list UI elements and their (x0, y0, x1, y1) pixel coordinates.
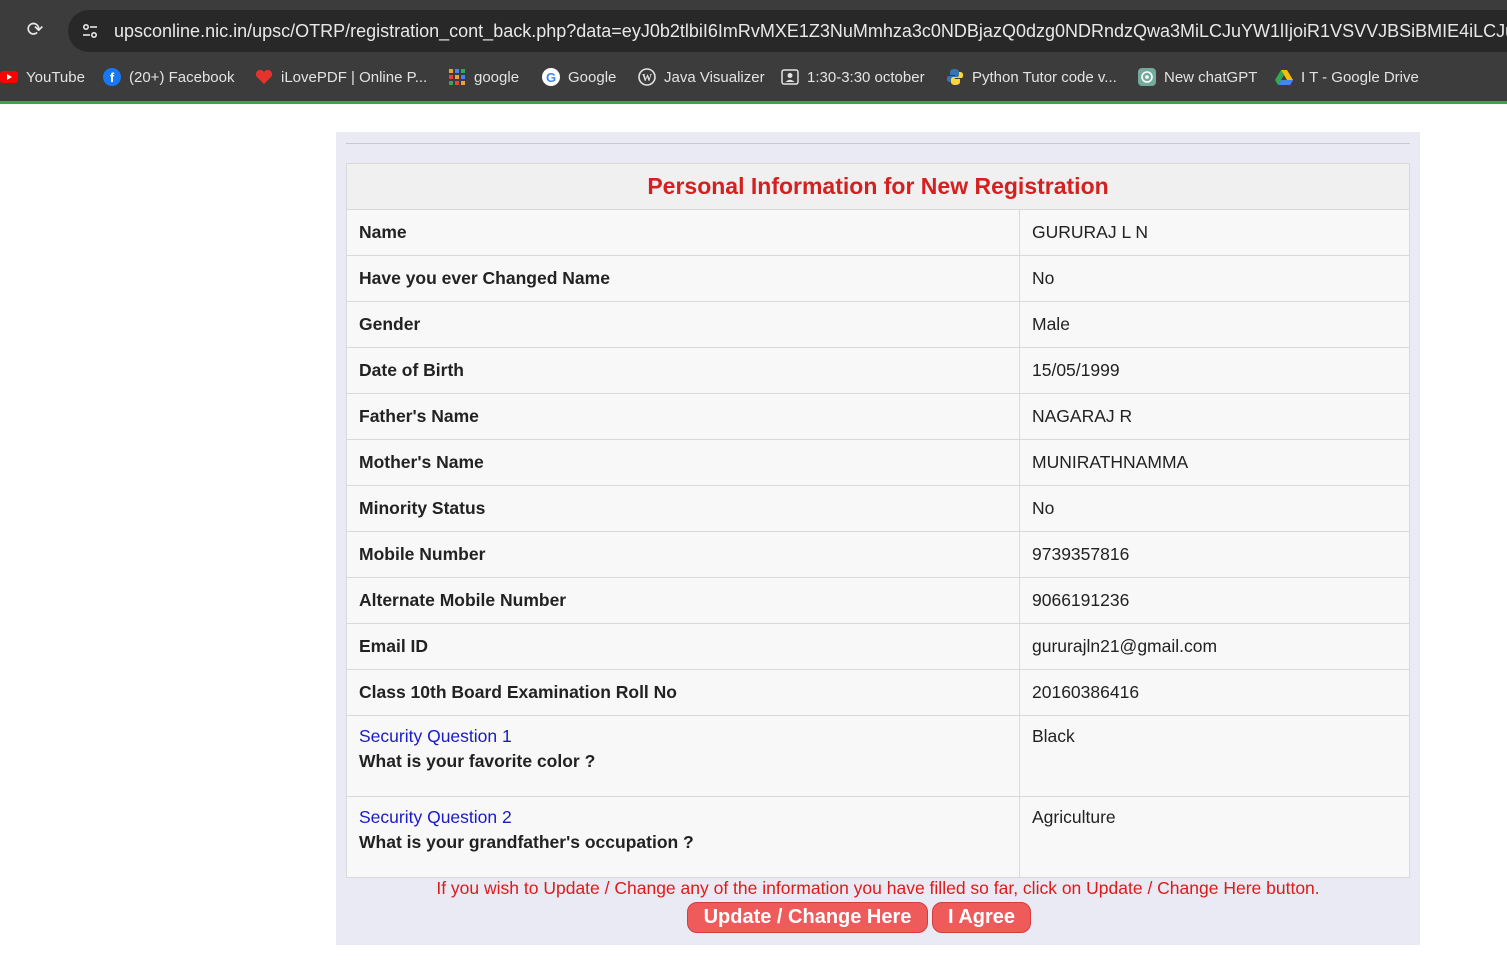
bookmark-label: google (474, 68, 520, 86)
row-label-email: Email ID (346, 623, 1020, 670)
table-row: Have you ever Changed Name No (346, 255, 1410, 302)
bookmark-google[interactable]: G Google (542, 64, 616, 90)
row-value-mother-name: MUNIRATHNAMMA (1019, 439, 1410, 486)
security-question-1: Security Question 1 What is your favorit… (346, 715, 1020, 797)
row-label-gender: Gender (346, 301, 1020, 348)
contact-card-icon (781, 68, 799, 86)
python-icon (946, 68, 964, 86)
bookmark-label: YouTube (26, 68, 85, 86)
wordpress-icon: W (638, 68, 656, 86)
table-row: Minority Status No (346, 485, 1410, 532)
row-label-mother-name: Mother's Name (346, 439, 1020, 486)
apps-grid-icon (448, 68, 466, 86)
row-value-roll-no: 20160386416 (1019, 669, 1410, 716)
security-question-1-text: What is your favorite color ? (359, 751, 596, 771)
page-title: Personal Information for New Registratio… (346, 163, 1410, 210)
table-row: Mother's Name MUNIRATHNAMMA (346, 439, 1410, 486)
bookmark-chatgpt[interactable]: New chatGPT (1138, 64, 1257, 90)
url-text[interactable]: upsconline.nic.in/upsc/OTRP/registration… (114, 19, 1507, 43)
table-row: Father's Name NAGARAJ R (346, 393, 1410, 440)
google-icon: G (542, 68, 560, 86)
bookmark-label: iLovePDF | Online P... (281, 68, 428, 86)
svg-text:W: W (642, 73, 652, 84)
row-label-changed-name: Have you ever Changed Name (346, 255, 1020, 302)
security-question-2-title: Security Question 2 (359, 807, 512, 827)
bookmark-label: New chatGPT (1164, 68, 1258, 86)
update-notice: If you wish to Update / Change any of th… (436, 878, 1320, 898)
row-label-dob: Date of Birth (346, 347, 1020, 394)
row-label-mobile: Mobile Number (346, 531, 1020, 578)
table-row: Email ID gururajln21@gmail.com (346, 623, 1410, 670)
table-row: Security Question 1 What is your favorit… (346, 715, 1410, 797)
svg-text:G: G (546, 70, 556, 85)
row-label-father-name: Father's Name (346, 393, 1020, 440)
bookmark-label: Python Tutor code v... (972, 68, 1117, 86)
bookmark-ilovepdf[interactable]: iLovePDF | Online P... (255, 64, 427, 90)
row-value-name: GURURAJ L N (1019, 209, 1410, 256)
bookmark-label: Java Visualizer (664, 68, 765, 86)
row-label-alt-mobile: Alternate Mobile Number (346, 577, 1020, 624)
bookmark-google-apps[interactable]: google (448, 64, 519, 90)
site-info-icon[interactable] (80, 21, 100, 41)
bookmark-label: 1:30-3:30 october (807, 68, 925, 86)
table-row: Class 10th Board Examination Roll No 201… (346, 669, 1410, 716)
row-value-father-name: NAGARAJ R (1019, 393, 1410, 440)
row-label-roll-no: Class 10th Board Examination Roll No (346, 669, 1020, 716)
row-value-alt-mobile: 9066191236 (1019, 577, 1410, 624)
chatgpt-icon (1138, 68, 1156, 86)
personal-info-table: Personal Information for New Registratio… (346, 163, 1410, 878)
reload-icon[interactable]: ⟳ (24, 19, 46, 41)
table-row: Security Question 2 What is your grandfa… (346, 796, 1410, 878)
bookmark-label: Google (568, 68, 617, 86)
bookmark-java-visualizer[interactable]: W Java Visualizer (638, 64, 765, 90)
security-question-2-text: What is your grandfather's occupation ? (359, 832, 694, 852)
bookmark-label: I T - Google Drive (1301, 68, 1419, 86)
table-row: Gender Male (346, 301, 1410, 348)
bookmark-facebook[interactable]: f (20+) Facebook (103, 64, 234, 90)
toolbar-accent-line (0, 101, 1507, 104)
row-value-mobile: 9739357816 (1019, 531, 1410, 578)
svg-text:f: f (110, 70, 115, 85)
google-drive-icon (1275, 68, 1293, 86)
security-question-1-title: Security Question 1 (359, 726, 512, 746)
table-row: Name GURURAJ L N (346, 209, 1410, 256)
table-row: Alternate Mobile Number 9066191236 (346, 577, 1410, 624)
row-label-name: Name (346, 209, 1020, 256)
i-agree-button[interactable]: I Agree (932, 902, 1031, 933)
youtube-icon (0, 68, 18, 86)
table-row: Mobile Number 9739357816 (346, 531, 1410, 578)
bookmark-label: (20+) Facebook (129, 68, 235, 86)
security-answer-2: Agriculture (1019, 796, 1410, 878)
bookmark-google-drive[interactable]: I T - Google Drive (1275, 64, 1419, 90)
facebook-icon: f (103, 68, 121, 86)
divider (346, 143, 1410, 144)
bookmarks-bar: YouTube f (20+) Facebook iLovePDF | Onli… (0, 64, 1507, 90)
bookmark-october[interactable]: 1:30-3:30 october (781, 64, 925, 90)
ilovepdf-icon (255, 68, 273, 86)
row-value-gender: Male (1019, 301, 1410, 348)
row-value-dob: 15/05/1999 (1019, 347, 1410, 394)
row-value-minority: No (1019, 485, 1410, 532)
bookmark-python-tutor[interactable]: Python Tutor code v... (946, 64, 1117, 90)
table-row: Date of Birth 15/05/1999 (346, 347, 1410, 394)
bookmark-youtube[interactable]: YouTube (0, 64, 85, 90)
row-label-minority: Minority Status (346, 485, 1020, 532)
update-change-button[interactable]: Update / Change Here (687, 902, 928, 933)
row-value-changed-name: No (1019, 255, 1410, 302)
security-question-2: Security Question 2 What is your grandfa… (346, 796, 1020, 878)
row-value-email: gururajln21@gmail.com (1019, 623, 1410, 670)
security-answer-1: Black (1019, 715, 1410, 797)
